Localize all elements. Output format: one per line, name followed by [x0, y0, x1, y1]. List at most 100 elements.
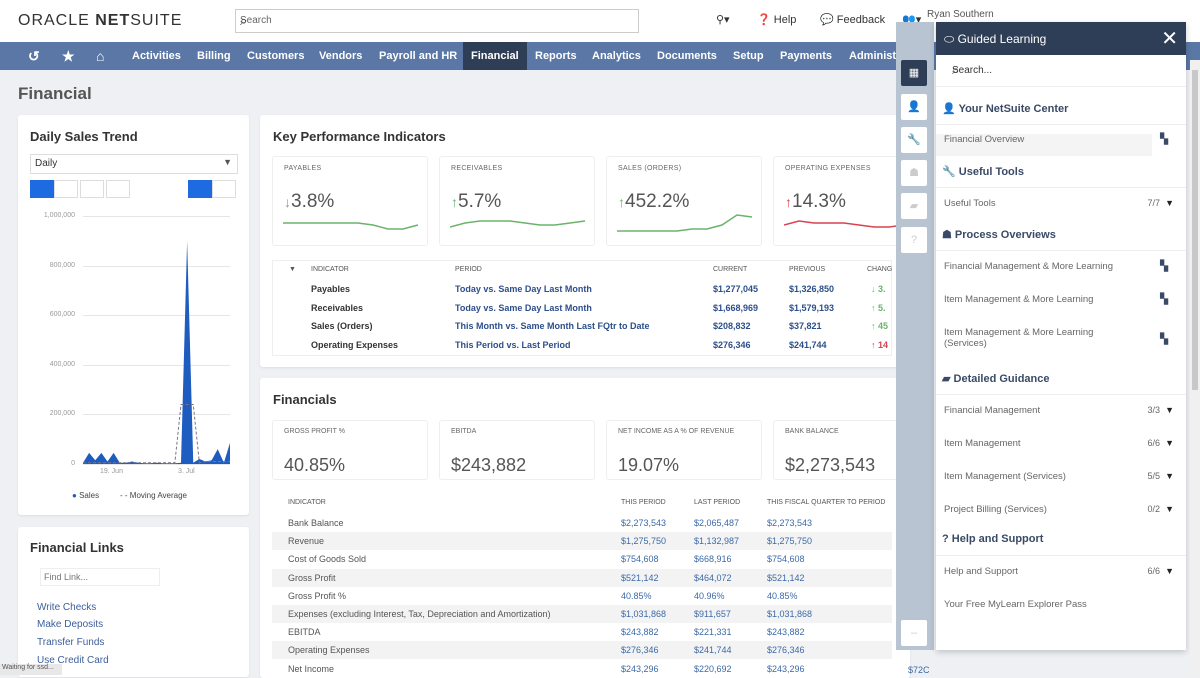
- table-row: Revenue $1,275,750 $1,132,987 $1,275,750: [272, 532, 892, 551]
- collapse-icon[interactable]: ▼: [289, 266, 296, 273]
- y-tick: 600,000: [49, 311, 75, 319]
- grid-icon[interactable]: ▦: [901, 60, 927, 86]
- period-link[interactable]: This Period vs. Last Period: [455, 340, 571, 350]
- col-header: INDICATOR: [288, 499, 326, 506]
- legend-sales[interactable]: ● Sales: [72, 491, 99, 500]
- col-header: THIS PERIOD: [621, 499, 666, 506]
- period-link[interactable]: Today vs. Same Day Last Month: [455, 284, 592, 294]
- user-name[interactable]: Ryan Southern: [927, 9, 994, 20]
- nav-documents[interactable]: Documents: [657, 42, 717, 70]
- link-transfer-funds[interactable]: Transfer Funds: [37, 637, 104, 648]
- item-detailed-guidance[interactable]: Financial Management 3/3 ▼: [936, 405, 1186, 416]
- financial-card[interactable]: EBITDA $243,882: [439, 420, 595, 480]
- recent-icon[interactable]: ↺: [28, 42, 40, 70]
- y-tick: 200,000: [49, 410, 75, 418]
- area-chart-button[interactable]: [30, 180, 54, 198]
- global-search-input[interactable]: Search ⌕: [235, 9, 639, 33]
- map-icon: ▚: [1160, 334, 1168, 345]
- nav-billing[interactable]: Billing: [197, 42, 231, 70]
- nav-activities[interactable]: Activities: [132, 42, 181, 70]
- sales-chart: [83, 240, 230, 464]
- item-useful-tools[interactable]: Useful Tools 7/7 ▼: [936, 198, 1186, 209]
- wrench-icon[interactable]: 🔧: [901, 127, 927, 153]
- chevron-down-icon: ▼: [1165, 405, 1174, 415]
- financial-card[interactable]: NET INCOME AS A % OF REVENUE 19.07%: [606, 420, 762, 480]
- page-scrollbar[interactable]: [1190, 60, 1200, 675]
- y-tick: 0: [71, 460, 75, 467]
- sitemap-icon[interactable]: ☗: [901, 160, 927, 186]
- column-chart-button[interactable]: [106, 180, 130, 198]
- nav-setup[interactable]: Setup: [733, 42, 764, 70]
- item-help-support[interactable]: Help and Support 6/6 ▼: [936, 566, 1186, 577]
- period-link[interactable]: This Month vs. Same Month Last FQtr to D…: [455, 321, 650, 331]
- moving-average-on-button[interactable]: [188, 180, 212, 198]
- nav-payroll[interactable]: Payroll and HR: [379, 42, 457, 70]
- y-tick: 400,000: [49, 360, 75, 368]
- nav-reports[interactable]: Reports: [535, 42, 577, 70]
- nav-financial[interactable]: Financial: [463, 42, 527, 70]
- col-header: LAST PERIOD: [694, 499, 741, 506]
- home-icon[interactable]: ⌂: [96, 42, 104, 70]
- item-detailed-guidance[interactable]: Item Management 6/6 ▼: [936, 438, 1186, 449]
- table-row: Cost of Goods Sold $754,608 $668,916 $754,6…: [288, 554, 805, 565]
- recent-records-icon[interactable]: ⚲▾: [716, 13, 730, 26]
- kpi-card[interactable]: SALES (ORDERS) ↑452.2%: [606, 156, 762, 246]
- netsuite-logo[interactable]: ORACLE NETSUITE: [18, 12, 182, 30]
- nav-payments[interactable]: Payments: [780, 42, 832, 70]
- item-process-3[interactable]: Item Management & More Learning (Service…: [936, 327, 1136, 349]
- item-detailed-guidance[interactable]: Item Management (Services) 5/5 ▼: [936, 471, 1186, 482]
- status-bar: Waiting for ssd...: [0, 664, 62, 675]
- nav-vendors[interactable]: Vendors: [319, 42, 362, 70]
- collapse-rail-button[interactable]: –: [901, 620, 927, 646]
- nav-administration[interactable]: Administ: [849, 42, 896, 70]
- help-circle-icon[interactable]: ?: [901, 227, 927, 253]
- page-title: Financial: [18, 84, 92, 103]
- chevron-down-icon: ▼: [1165, 438, 1174, 448]
- kpi-table: ▼ INDICATOR PERIOD CURRENT PREVIOUS CHAN…: [272, 260, 892, 356]
- map-icon: ▚: [1160, 294, 1168, 305]
- item-mylearn-pass[interactable]: Your Free MyLearn Explorer Pass: [936, 599, 1186, 610]
- link-make-deposits[interactable]: Make Deposits: [37, 619, 103, 630]
- link-write-checks[interactable]: Write Checks: [37, 602, 96, 613]
- search-icon[interactable]: ⌕: [952, 62, 1178, 78]
- nav-analytics[interactable]: Analytics: [592, 42, 641, 70]
- legend-moving-average[interactable]: - - Moving Average: [120, 491, 187, 500]
- item-process-2[interactable]: Item Management & More Learning ▚: [936, 294, 1186, 305]
- section-netsuite-center: 👤 Your NetSuite Center: [942, 103, 1069, 115]
- chevron-down-icon: ▼: [223, 157, 232, 167]
- table-row: Gross Profit % 40.85% 40.96% 40.85%: [288, 590, 798, 601]
- portlet-title: Daily Sales Trend: [30, 129, 138, 144]
- help-link[interactable]: ❓ Help: [757, 13, 796, 26]
- book-icon[interactable]: ▰: [901, 193, 927, 219]
- table-row: Gross Profit $521,142 $464,072 $521,142: [272, 568, 892, 587]
- item-process-1[interactable]: Financial Management & More Learning ▚: [936, 261, 1186, 272]
- line-chart-button[interactable]: [54, 180, 78, 198]
- chevron-down-icon: ▼: [1165, 566, 1174, 576]
- item-detailed-guidance[interactable]: Project Billing (Services) 0/2 ▼: [936, 504, 1186, 515]
- kpi-card[interactable]: PAYABLES ↓3.8%: [272, 156, 428, 246]
- portlet-title: Financial Links: [30, 540, 124, 555]
- kpi-card[interactable]: RECEIVABLES ↑5.7%: [439, 156, 595, 246]
- map-icon: ▚: [1160, 134, 1168, 145]
- user-icon[interactable]: 👤: [901, 94, 927, 120]
- table-row: Expenses (excluding Interest, Tax, Depre…: [272, 605, 892, 623]
- search-icon[interactable]: ⌕: [240, 13, 632, 29]
- period-select[interactable]: Daily ▼: [30, 154, 238, 174]
- sparkline: [450, 220, 586, 228]
- nav-customers[interactable]: Customers: [247, 42, 304, 70]
- sparkline: [283, 222, 419, 230]
- chevron-down-icon: ▼: [1165, 471, 1174, 481]
- close-icon[interactable]: ✕: [1161, 26, 1178, 51]
- item-financial-overview[interactable]: Financial Overview: [936, 134, 1152, 156]
- find-link-input[interactable]: [40, 568, 160, 586]
- portlet-title: Key Performance Indicators: [273, 129, 446, 144]
- guided-search-input[interactable]: Search... ⌕: [936, 55, 1186, 87]
- feedback-link[interactable]: 💬 Feedback: [820, 13, 885, 26]
- financial-card[interactable]: GROSS PROFIT % 40.85%: [272, 420, 428, 480]
- col-header: INDICATOR: [311, 266, 349, 273]
- col-header: PERIOD: [455, 266, 482, 273]
- bar-chart-button[interactable]: [80, 180, 104, 198]
- period-link[interactable]: Today vs. Same Day Last Month: [455, 303, 592, 313]
- favorites-icon[interactable]: ★: [62, 42, 75, 70]
- moving-average-off-button[interactable]: [212, 180, 236, 198]
